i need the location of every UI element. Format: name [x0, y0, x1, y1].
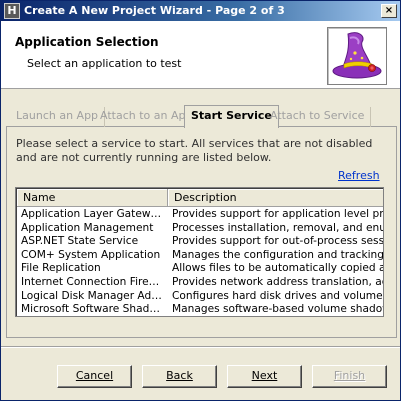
service-name: COM+ System Application	[21, 248, 161, 261]
service-name: Internet Connection Firewa...	[21, 275, 166, 288]
cancel-button[interactable]: Cancel	[57, 365, 132, 388]
app-icon: H	[4, 3, 20, 19]
close-button[interactable]: ×	[381, 4, 397, 18]
wizard-header: Application Selection Select an applicat…	[1, 21, 400, 89]
tab-strip: Launch an App Attach to an App Start Ser…	[6, 105, 397, 128]
service-description: Configures hard disk drives and volumes.	[172, 289, 383, 302]
list-item[interactable]: Microsoft Software Shadow ... Manages so…	[17, 303, 383, 316]
service-description: Processes installation, removal, and enu…	[172, 221, 383, 234]
tab-attach-to-service[interactable]: Attach to Service	[264, 107, 372, 127]
service-name: ASP.NET State Service	[21, 235, 139, 248]
page-title: Application Selection	[15, 35, 159, 49]
wizard-hat-image	[327, 27, 387, 85]
list-item[interactable]: Application Management Processes install…	[17, 221, 383, 236]
list-item[interactable]: File Replication Allows files to be auto…	[17, 262, 383, 276]
list-item[interactable]: ASP.NET State Service Provides support f…	[17, 235, 383, 249]
window-title: Create A New Project Wizard - Page 2 of …	[24, 4, 285, 17]
list-item[interactable]: Logical Disk Manager Admin... Configures…	[17, 289, 383, 304]
footer-divider	[1, 346, 400, 348]
service-name: Logical Disk Manager Admin...	[21, 289, 166, 302]
service-description: Allows files to be automatically copied …	[172, 262, 383, 275]
list-header: Name Description	[17, 189, 383, 207]
list-item[interactable]: COM+ System Application Manages the conf…	[17, 248, 383, 263]
tab-launch-an-app[interactable]: Launch an App	[10, 107, 106, 127]
service-description: Provides support for application level p…	[172, 208, 383, 220]
service-description: Provides support for out-of-process sess	[172, 235, 383, 248]
services-list[interactable]: Name Description Application Layer Gatew…	[15, 187, 384, 317]
list-item[interactable]: Application Layer Gateway ... Provides s…	[17, 208, 383, 222]
service-description: Provides network address translation, ad	[172, 275, 383, 288]
refresh-link[interactable]: Refresh	[338, 169, 380, 182]
service-description: Manages the configuration and tracking o	[172, 248, 383, 261]
title-bar[interactable]: H Create A New Project Wizard - Page 2 o…	[1, 1, 400, 21]
page-subtitle: Select an application to test	[27, 57, 182, 70]
wizard-hat-icon	[332, 32, 382, 79]
finish-button: Finish	[312, 365, 387, 388]
service-name: Microsoft Software Shadow ...	[21, 303, 166, 316]
column-header-name[interactable]: Name	[17, 189, 168, 207]
service-name: Application Management	[21, 221, 154, 234]
list-rows: Application Layer Gateway ... Provides s…	[17, 208, 383, 316]
list-item[interactable]: Internet Connection Firewa... Provides n…	[17, 275, 383, 290]
service-description: Manages software-based volume shadow	[172, 303, 383, 316]
instructions-text: Please select a service to start. All se…	[16, 137, 373, 164]
back-button[interactable]: Back	[142, 365, 217, 388]
service-name: File Replication	[21, 262, 101, 275]
wizard-window: H Create A New Project Wizard - Page 2 o…	[0, 0, 401, 401]
next-button[interactable]: Next	[227, 365, 302, 388]
column-header-description[interactable]: Description	[168, 189, 383, 207]
service-name: Application Layer Gateway ...	[21, 208, 166, 220]
